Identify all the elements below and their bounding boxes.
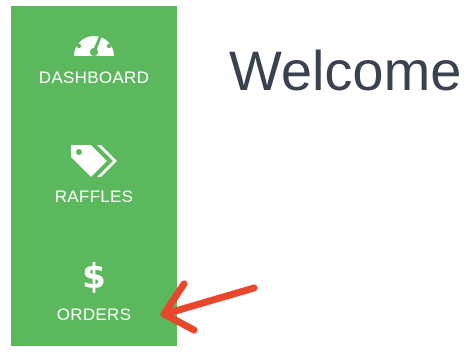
annotation-arrow-icon: [160, 280, 258, 334]
sidebar-item-raffles[interactable]: RAFFLES: [11, 139, 177, 207]
sidebar-item-label: RAFFLES: [54, 187, 134, 206]
speedometer-icon: [64, 20, 124, 64]
sidebar-item-label: ORDERS: [56, 305, 132, 324]
dollar-icon: $: [82, 257, 106, 297]
page-title: Welcome: [229, 39, 462, 102]
tags-icon: [64, 139, 124, 183]
page: DASHBOARD RAFFLES $ ORDERS Welcome: [0, 0, 464, 360]
sidebar-item-dashboard[interactable]: DASHBOARD: [11, 20, 177, 88]
sidebar-item-label: DASHBOARD: [38, 68, 150, 87]
